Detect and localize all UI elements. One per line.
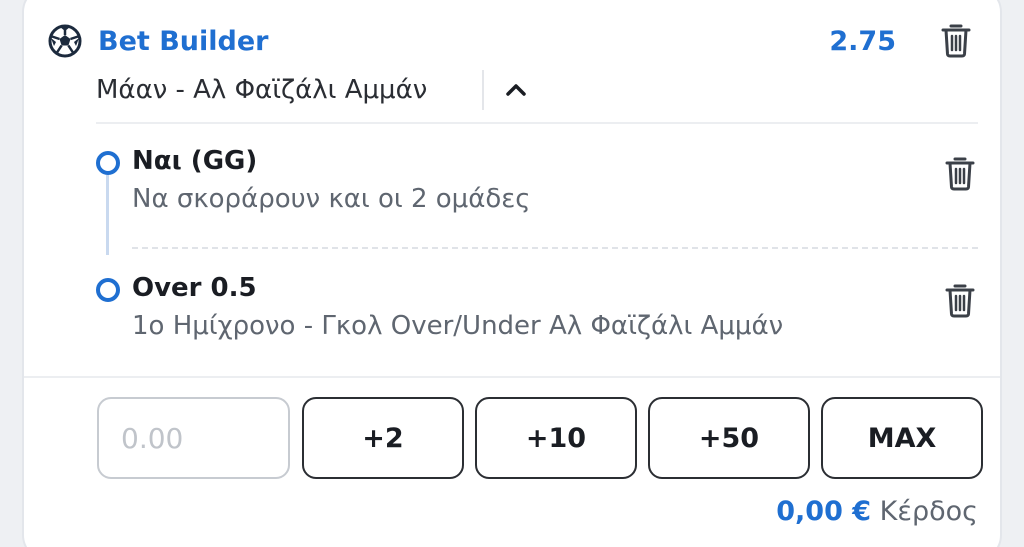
remove-selection-button[interactable]	[942, 153, 978, 193]
match-name: Μάαν - Αλ Φαϊζάλι Αμμάν	[96, 75, 428, 105]
match-row: Μάαν - Αλ Φαϊζάλι Αμμάν	[96, 68, 978, 112]
selection-item: Ναι (GG) Να σκοράρουν και οι 2 ομάδες	[96, 133, 978, 233]
bet-builder-header: Bet Builder 2.75	[48, 20, 978, 64]
max-stake-button[interactable]: MAX	[821, 397, 983, 479]
stake-input[interactable]	[97, 397, 290, 479]
quick-stake-plus-10-button[interactable]: +10	[475, 397, 637, 479]
trash-icon	[945, 157, 975, 191]
remove-bet-builder-button[interactable]	[938, 20, 974, 60]
selection-divider	[132, 247, 978, 249]
trash-icon	[941, 24, 971, 58]
selection-dot-icon	[96, 151, 120, 175]
selection-market: Να σκοράρουν και οι 2 ομάδες	[132, 184, 531, 214]
bet-builder-title: Bet Builder	[98, 26, 269, 57]
stake-divider	[24, 376, 1000, 378]
potential-profit: 0,00 € Κέρδος	[776, 492, 978, 532]
quick-stake-plus-2-button[interactable]: +2	[302, 397, 464, 479]
selection-title: Over 0.5	[132, 273, 257, 303]
selection-item: Over 0.5 1ο Ημίχρονο - Γκολ Over/Under Α…	[96, 260, 978, 360]
bet-builder-card: Bet Builder 2.75 Μάαν - Αλ Φαϊζάλι Αμμάν…	[22, 0, 1002, 547]
soccer-ball-icon	[48, 24, 82, 58]
remove-selection-button[interactable]	[942, 280, 978, 320]
total-odds: 2.75	[829, 26, 896, 57]
trash-icon	[945, 284, 975, 318]
selection-dot-icon	[96, 278, 120, 302]
profit-amount: 0,00 €	[776, 496, 872, 527]
quick-stake-plus-50-button[interactable]: +50	[648, 397, 810, 479]
selection-title: Ναι (GG)	[132, 146, 258, 176]
profit-label: Κέρδος	[879, 496, 978, 527]
match-separator	[482, 70, 484, 110]
chevron-up-icon	[506, 84, 526, 96]
header-divider	[96, 122, 978, 124]
collapse-toggle-button[interactable]	[496, 68, 536, 112]
selection-market: 1ο Ημίχρονο - Γκολ Over/Under Αλ Φαϊζάλι…	[132, 311, 784, 341]
